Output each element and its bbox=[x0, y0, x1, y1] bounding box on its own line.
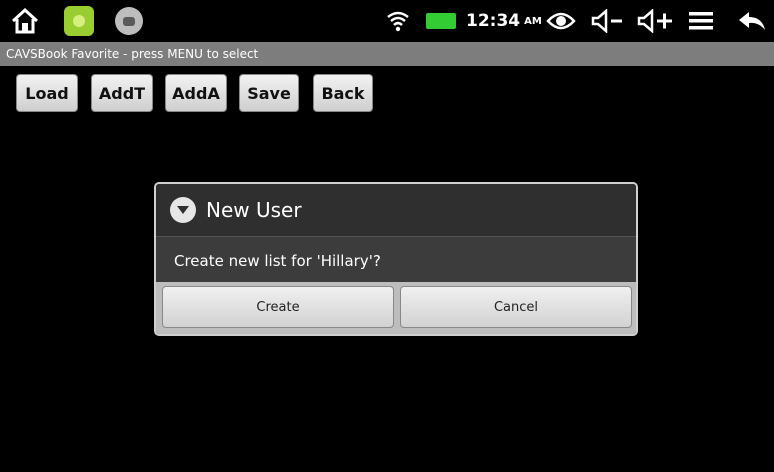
addt-button[interactable]: AddT bbox=[91, 74, 153, 112]
create-button[interactable]: Create bbox=[162, 286, 394, 328]
menu-icon[interactable] bbox=[686, 8, 716, 34]
cancel-button[interactable]: Cancel bbox=[400, 286, 632, 328]
wifi-icon bbox=[384, 7, 412, 35]
load-button[interactable]: Load bbox=[16, 74, 78, 112]
back-icon[interactable] bbox=[736, 8, 768, 34]
dialog-header: New User bbox=[156, 184, 636, 237]
clock: 12:34 AM bbox=[466, 8, 542, 34]
adda-button[interactable]: AddA bbox=[165, 74, 227, 112]
volume-down-icon[interactable] bbox=[590, 8, 626, 34]
camera-icon[interactable] bbox=[113, 5, 145, 37]
app-title: CAVSBook Favorite - press MENU to select bbox=[6, 47, 259, 61]
dialog-info-icon bbox=[170, 197, 196, 223]
clock-time: 12:34 bbox=[466, 11, 521, 31]
new-user-dialog: New User Create new list for 'Hillary'? … bbox=[154, 182, 638, 336]
dialog-button-bar: Create Cancel bbox=[156, 282, 636, 334]
app-title-bar: CAVSBook Favorite - press MENU to select bbox=[0, 42, 774, 66]
dialog-title: New User bbox=[206, 198, 302, 222]
battery-icon bbox=[424, 12, 458, 30]
volume-up-icon[interactable] bbox=[636, 8, 676, 34]
dialog-message: Create new list for 'Hillary'? bbox=[156, 237, 636, 285]
android-icon[interactable] bbox=[63, 5, 95, 37]
back-button[interactable]: Back bbox=[313, 74, 373, 112]
eye-icon[interactable] bbox=[546, 8, 576, 34]
status-bar: 12:34 AM bbox=[0, 0, 774, 42]
toolbar: Load AddT AddA Save Back bbox=[0, 66, 774, 116]
clock-ampm: AM bbox=[524, 15, 542, 27]
save-button[interactable]: Save bbox=[239, 74, 299, 112]
home-icon[interactable] bbox=[8, 4, 42, 38]
